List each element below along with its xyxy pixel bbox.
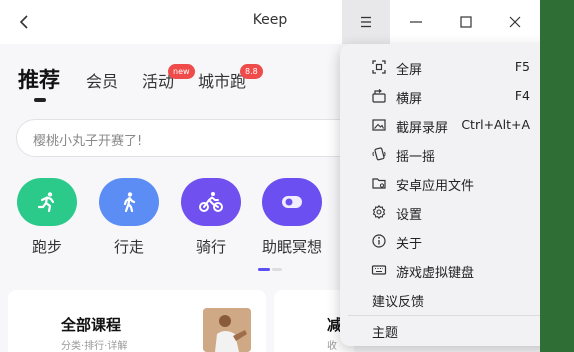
menu-item-label: 设置 bbox=[396, 208, 423, 223]
fullscreen-icon bbox=[372, 60, 386, 74]
menu-item-android-files[interactable]: 安卓应用文件 bbox=[340, 169, 540, 197]
card-subtitle: 收 bbox=[327, 341, 337, 352]
quick-action-label: 骑行 bbox=[195, 238, 226, 256]
page-dot bbox=[272, 268, 282, 271]
menu-item-label: 游戏虚拟键盘 bbox=[396, 266, 475, 281]
new-badge: new bbox=[168, 64, 195, 79]
gear-icon bbox=[372, 204, 386, 220]
tab-recommend[interactable]: 推荐 bbox=[18, 64, 60, 94]
cycle-button-circle bbox=[181, 178, 241, 226]
runner-icon bbox=[37, 192, 55, 213]
card-title: 全部课程 bbox=[61, 316, 122, 334]
title-bar: Keep bbox=[0, 0, 540, 44]
info-icon bbox=[372, 234, 386, 248]
maximize-button[interactable] bbox=[442, 0, 490, 44]
quick-action-label: 助眠冥想 bbox=[261, 238, 322, 256]
meditation-button-circle bbox=[262, 178, 322, 226]
menu-item-feedback[interactable]: 建议反馈 bbox=[340, 285, 540, 313]
all-courses-card[interactable]: 全部课程 分类·排行·详解 bbox=[8, 290, 266, 352]
menu-item-theme[interactable]: 主题 bbox=[340, 316, 540, 344]
quick-action-meditation[interactable]: 助眠冥想 bbox=[260, 178, 324, 257]
menu-item-label: 建议反馈 bbox=[372, 295, 425, 310]
walk-button-circle bbox=[99, 178, 159, 226]
menu-item-screenshot[interactable]: 截屏录屏 Ctrl+Alt+A bbox=[340, 111, 540, 139]
keyboard-icon bbox=[371, 265, 387, 275]
run-button-circle bbox=[17, 178, 77, 226]
quick-action-label: 跑步 bbox=[31, 238, 62, 256]
menu-icon bbox=[361, 16, 371, 28]
quick-action-label: 行走 bbox=[113, 238, 144, 256]
bicycle-icon bbox=[199, 192, 223, 212]
shake-icon bbox=[372, 147, 386, 161]
app-window: Keep 推荐 会员 活动 new 城市跑 8.8 樱桃小丸子开赛了! 跑步 行… bbox=[0, 0, 540, 352]
menu-item-shortcut: Ctrl+Alt+A bbox=[461, 117, 530, 132]
minimize-icon bbox=[410, 21, 422, 23]
menu-item-label: 主题 bbox=[372, 326, 399, 341]
quick-action-walk[interactable]: 行走 bbox=[97, 178, 161, 257]
quick-action-run[interactable]: 跑步 bbox=[15, 178, 79, 257]
card-subtitle: 分类·排行·详解 bbox=[61, 341, 128, 352]
active-tab-indicator bbox=[34, 98, 46, 102]
menu-item-settings[interactable]: 设置 bbox=[340, 198, 540, 226]
course-thumbnail bbox=[203, 308, 251, 352]
screenshot-icon bbox=[372, 119, 386, 131]
promo-badge: 8.8 bbox=[240, 64, 263, 79]
search-placeholder: 樱桃小丸子开赛了! bbox=[33, 134, 143, 149]
tab-city-run[interactable]: 城市跑 bbox=[198, 68, 246, 92]
search-input[interactable]: 樱桃小丸子开赛了! bbox=[16, 119, 366, 157]
maximize-icon bbox=[460, 16, 472, 28]
folder-icon bbox=[372, 178, 386, 189]
menu-item-fullscreen[interactable]: 全屏 F5 bbox=[340, 53, 540, 81]
close-icon bbox=[509, 16, 521, 28]
menu-item-label: 安卓应用文件 bbox=[396, 179, 475, 194]
meditation-icon bbox=[282, 196, 302, 208]
close-button[interactable] bbox=[491, 0, 539, 44]
rotate-icon bbox=[372, 89, 386, 103]
menu-item-label: 关于 bbox=[396, 237, 423, 252]
page-dot-active bbox=[258, 268, 270, 271]
menu-item-landscape[interactable]: 横屏 F4 bbox=[340, 82, 540, 110]
main-menu-dropdown: 全屏 F5 横屏 F4 截屏录屏 Ctrl+Alt+A 摇一摇 安卓应用文件 设… bbox=[340, 44, 540, 346]
menu-item-label: 横屏 bbox=[396, 92, 423, 107]
tab-membership[interactable]: 会员 bbox=[86, 68, 118, 92]
menu-item-about[interactable]: 关于 bbox=[340, 227, 540, 255]
minimize-button[interactable] bbox=[392, 0, 440, 44]
walker-icon bbox=[123, 192, 136, 213]
menu-item-shortcut: F4 bbox=[514, 88, 530, 103]
main-menu-button[interactable] bbox=[342, 0, 390, 44]
menu-item-shake[interactable]: 摇一摇 bbox=[340, 140, 540, 168]
menu-item-label: 摇一摇 bbox=[396, 150, 436, 165]
menu-item-label: 全屏 bbox=[396, 63, 423, 78]
quick-action-cycle[interactable]: 骑行 bbox=[179, 178, 243, 257]
menu-item-game-keyboard[interactable]: 游戏虚拟键盘 bbox=[340, 256, 540, 284]
menu-item-label: 截屏录屏 bbox=[396, 121, 449, 136]
page-indicator bbox=[258, 268, 282, 271]
menu-item-shortcut: F5 bbox=[514, 59, 530, 74]
